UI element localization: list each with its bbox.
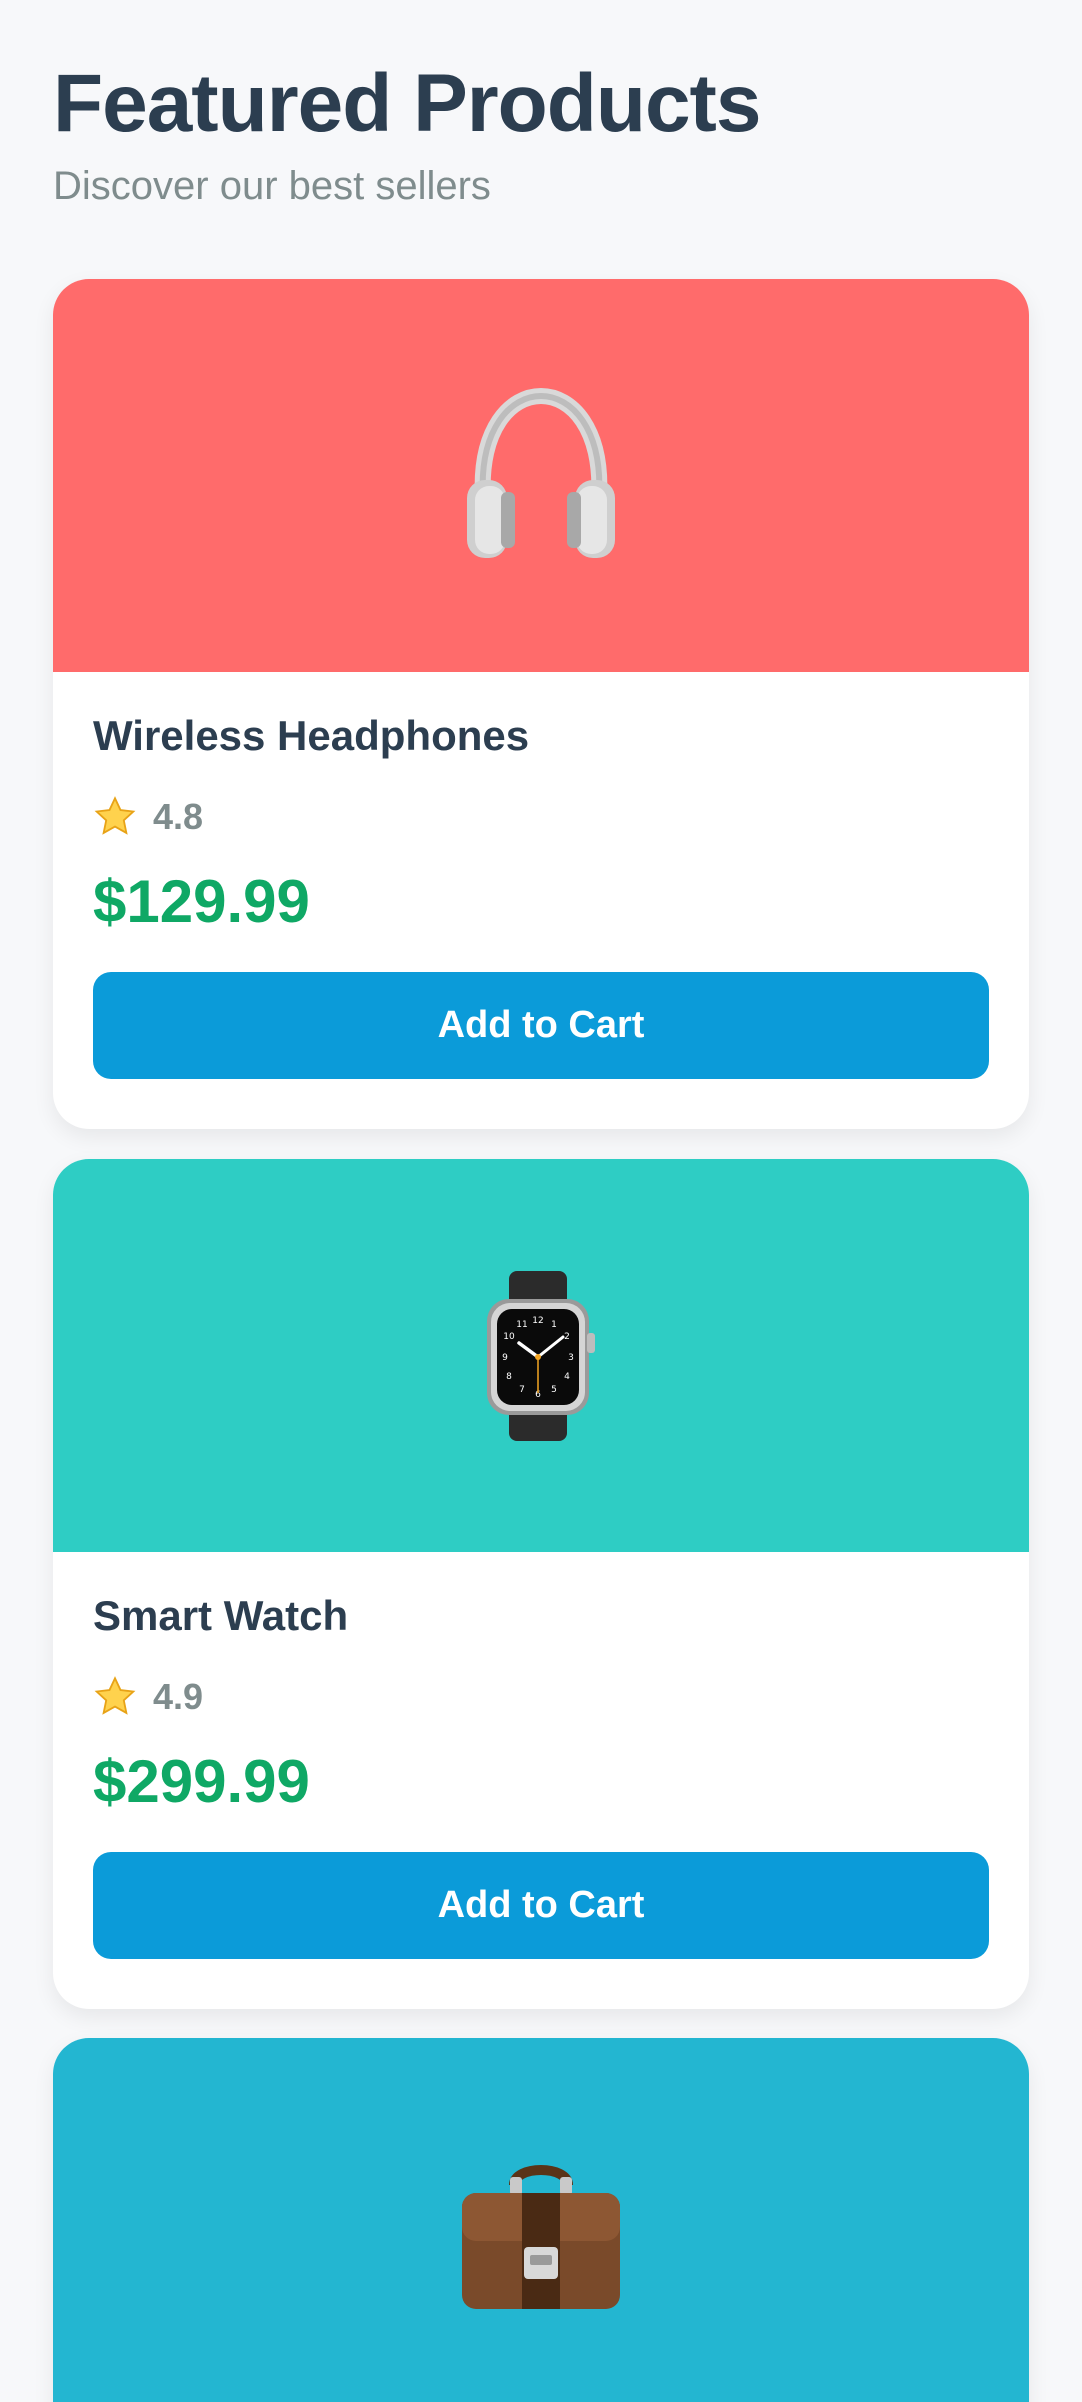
briefcase-icon [456, 2155, 626, 2315]
star-icon [93, 795, 137, 839]
watch-icon: 12 1 2 345 678 9 10 11 [481, 1270, 601, 1441]
rating-value: 4.9 [153, 1676, 204, 1717]
add-to-cart-button[interactable]: Add to Cart [93, 1852, 989, 1959]
svg-text:12: 12 [532, 1316, 543, 1326]
product-price: $299.99 [93, 1748, 310, 1815]
add-to-cart-button[interactable]: Add to Cart [93, 972, 989, 1079]
product-details: Wireless Headphones 4.8 $129.99 Add to C… [53, 672, 1029, 1129]
svg-text:5: 5 [551, 1385, 557, 1395]
product-rating: 4.9 [93, 1672, 989, 1722]
product-image [53, 2038, 1029, 2402]
page-subtitle: Discover our best sellers [53, 164, 491, 208]
page-header: Featured Products Discover our best sell… [53, 56, 1033, 210]
product-name: Smart Watch [93, 1592, 349, 1639]
rating-value: 4.8 [153, 796, 204, 837]
svg-text:11: 11 [516, 1320, 527, 1330]
product-rating: 4.8 [93, 792, 989, 842]
product-card[interactable]: 12 1 2 345 678 9 10 11 Smart Watch 4.9 $… [53, 1159, 1029, 2009]
headphones-icon [461, 388, 621, 563]
product-card[interactable] [53, 2038, 1029, 2402]
product-name: Wireless Headphones [93, 712, 530, 759]
svg-text:7: 7 [519, 1385, 525, 1395]
svg-text:1: 1 [551, 1320, 557, 1330]
svg-text:3: 3 [568, 1353, 574, 1363]
svg-text:9: 9 [502, 1353, 508, 1363]
product-price: $129.99 [93, 868, 310, 935]
product-details: Smart Watch 4.9 $299.99 Add to Cart [53, 1552, 1029, 2009]
product-card[interactable]: Wireless Headphones 4.8 $129.99 Add to C… [53, 279, 1029, 1129]
page-title: Featured Products [53, 58, 761, 149]
product-list-page: Featured Products Discover our best sell… [0, 0, 1082, 2402]
star-icon [93, 1675, 137, 1719]
svg-text:4: 4 [564, 1372, 570, 1382]
product-image [53, 279, 1029, 672]
svg-text:8: 8 [506, 1372, 512, 1382]
product-image: 12 1 2 345 678 9 10 11 [53, 1159, 1029, 1552]
svg-text:2: 2 [564, 1332, 570, 1342]
svg-text:10: 10 [503, 1332, 515, 1342]
